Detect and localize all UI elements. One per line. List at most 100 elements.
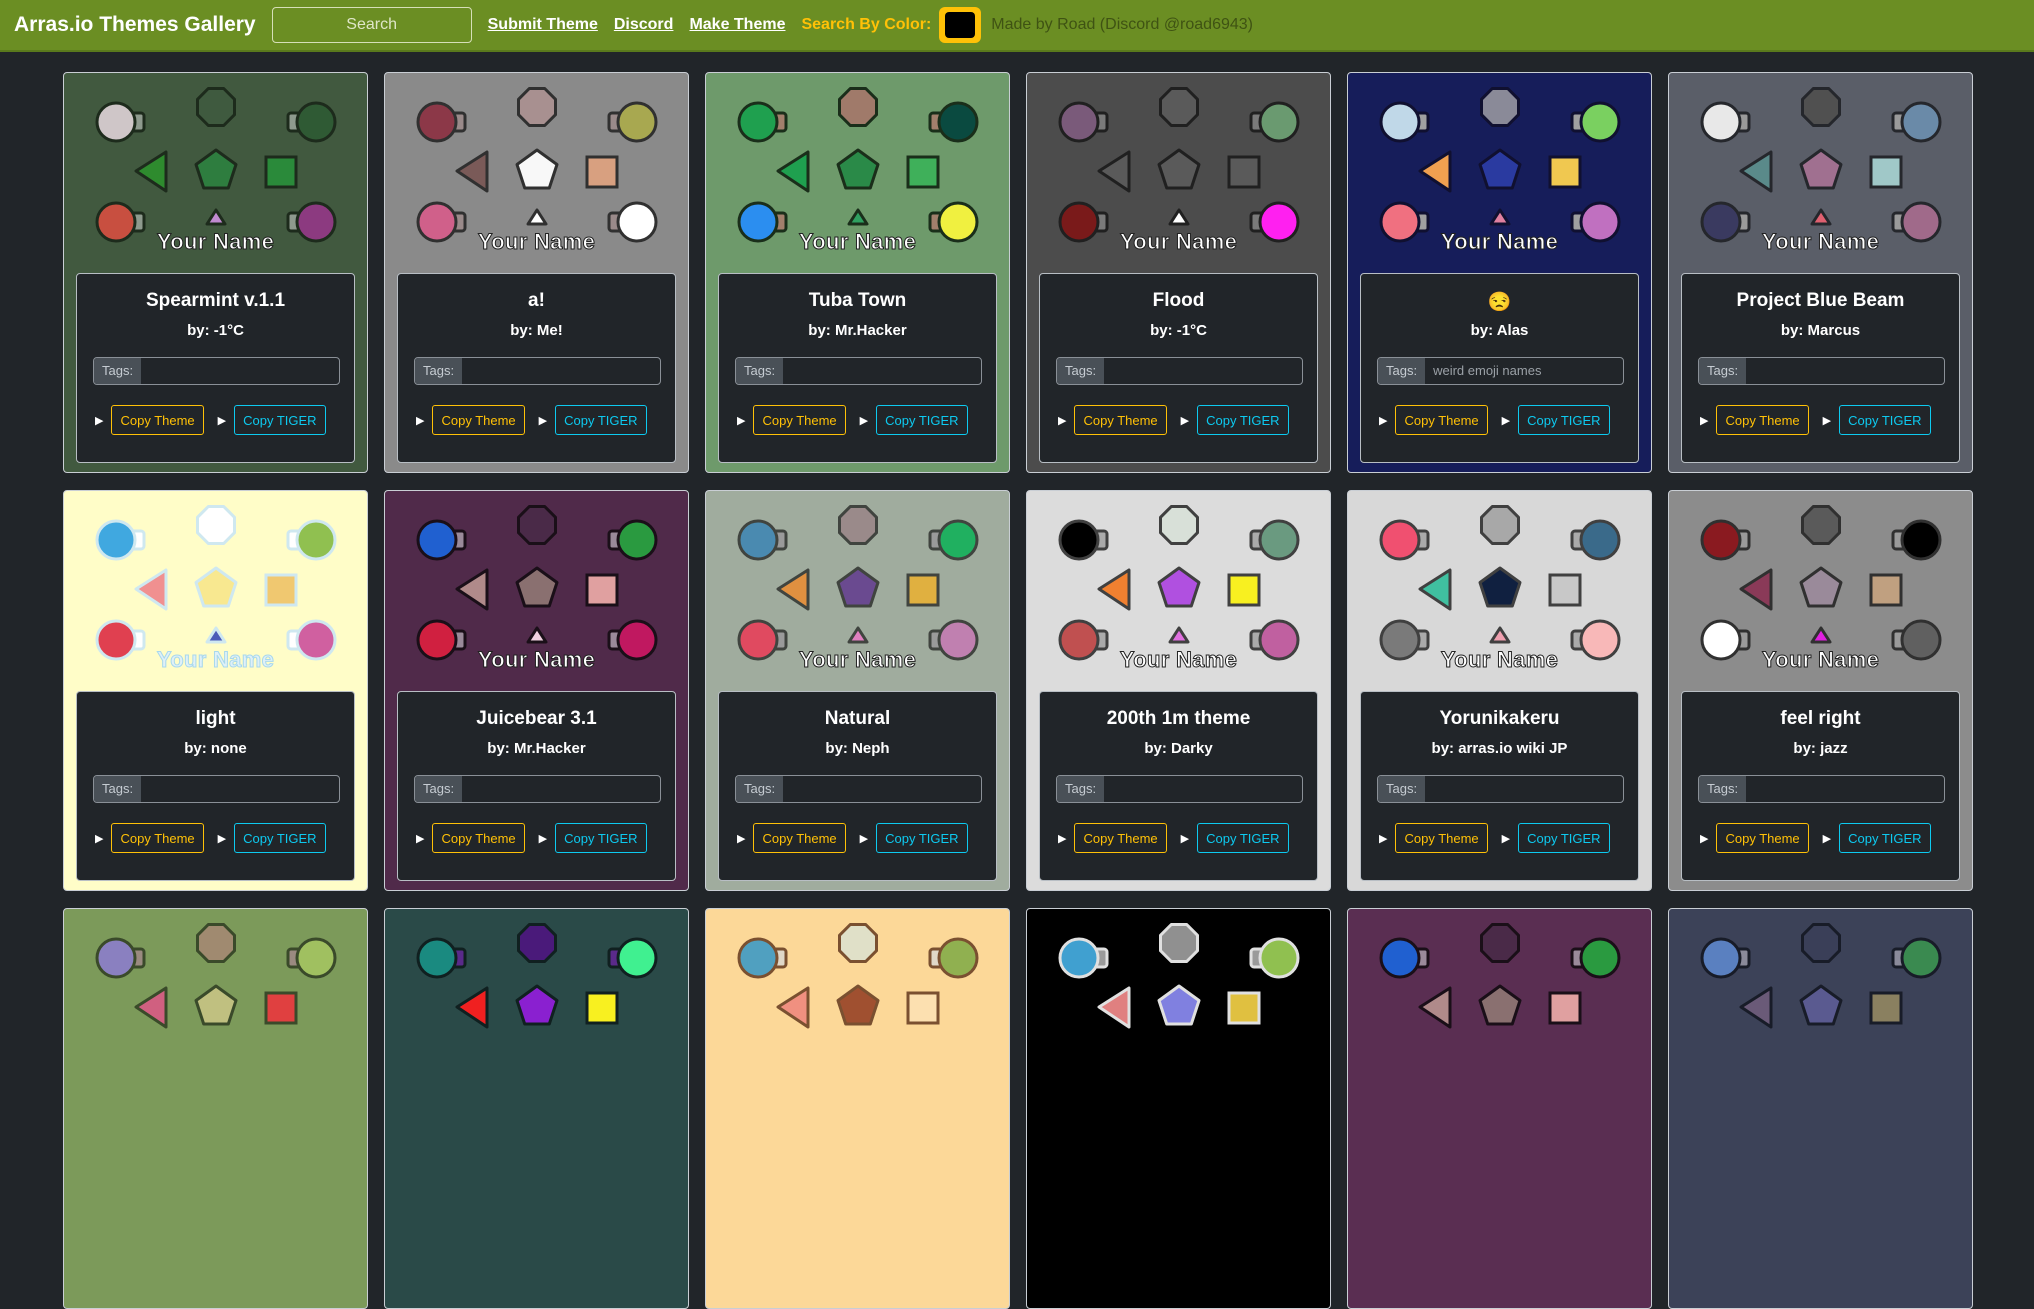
copy-tiger-button[interactable]: Copy TIGER [1839, 405, 1931, 435]
copy-theme-button[interactable]: Copy Theme [1074, 405, 1167, 435]
tags-value [462, 776, 660, 802]
expand-tiger-icon[interactable]: ▶ [1181, 414, 1189, 427]
triangle-shape [776, 568, 810, 611]
your-name-label: Your Name [1761, 229, 1880, 255]
copy-theme-button[interactable]: Copy Theme [1716, 405, 1809, 435]
expand-theme-icon[interactable]: ▶ [416, 414, 424, 427]
theme-author: by: Neph [825, 740, 890, 757]
small-triangle-shape [847, 208, 869, 226]
brand-title[interactable]: Arras.io Themes Gallery [14, 13, 256, 37]
copy-tiger-button[interactable]: Copy TIGER [555, 823, 647, 853]
triangle-shape [455, 986, 489, 1029]
theme-actions: ▶ Copy Theme ▶ Copy TIGER [1379, 823, 1638, 853]
expand-tiger-icon[interactable]: ▶ [860, 832, 868, 845]
tags-field: Tags: [414, 775, 661, 803]
copy-theme-button[interactable]: Copy Theme [1716, 823, 1809, 853]
small-triangle-shape [526, 208, 548, 226]
expand-theme-icon[interactable]: ▶ [95, 414, 103, 427]
theme-preview: Your Name [385, 73, 688, 273]
tags-label: Tags: [736, 776, 784, 802]
copy-theme-button[interactable]: Copy Theme [1395, 405, 1488, 435]
copy-theme-button[interactable]: Copy Theme [432, 405, 525, 435]
theme-preview: Your Name [64, 491, 367, 691]
copy-tiger-button[interactable]: Copy TIGER [1518, 823, 1610, 853]
color-picker-swatch [945, 12, 976, 38]
copy-tiger-button[interactable]: Copy TIGER [234, 823, 326, 853]
theme-actions: ▶ Copy Theme ▶ Copy TIGER [1058, 823, 1317, 853]
copy-theme-button[interactable]: Copy Theme [111, 405, 204, 435]
your-name-label: Your Name [1119, 229, 1238, 255]
copy-theme-button[interactable]: Copy Theme [432, 823, 525, 853]
copy-tiger-button[interactable]: Copy TIGER [1197, 405, 1289, 435]
copy-tiger-button[interactable]: Copy TIGER [555, 405, 647, 435]
copy-theme-button[interactable]: Copy Theme [753, 823, 846, 853]
expand-theme-icon[interactable]: ▶ [1379, 414, 1387, 427]
small-triangle-shape [205, 208, 227, 226]
expand-tiger-icon[interactable]: ▶ [1823, 832, 1831, 845]
theme-preview: Your Name [385, 491, 688, 691]
pentagon-shape [1478, 984, 1522, 1026]
expand-theme-icon[interactable]: ▶ [737, 832, 745, 845]
tank-shape [286, 101, 337, 143]
theme-author: by: Me! [510, 322, 563, 339]
copy-tiger-button[interactable]: Copy TIGER [876, 823, 968, 853]
tank-shape [416, 937, 467, 979]
theme-actions: ▶ Copy Theme ▶ Copy TIGER [1379, 405, 1638, 435]
theme-author: by: none [184, 740, 247, 757]
theme-name: 200th 1m theme [1106, 708, 1251, 729]
expand-theme-icon[interactable]: ▶ [1700, 414, 1708, 427]
expand-theme-icon[interactable]: ▶ [416, 832, 424, 845]
small-triangle-shape [1168, 208, 1190, 226]
copy-tiger-button[interactable]: Copy TIGER [876, 405, 968, 435]
expand-tiger-icon[interactable]: ▶ [1502, 414, 1510, 427]
theme-name: a! [528, 290, 545, 311]
expand-tiger-icon[interactable]: ▶ [1502, 832, 1510, 845]
copy-theme-button[interactable]: Copy Theme [1074, 823, 1167, 853]
expand-theme-icon[interactable]: ▶ [1058, 414, 1066, 427]
pentagon-shape [836, 566, 880, 608]
expand-theme-icon[interactable]: ▶ [95, 832, 103, 845]
expand-theme-icon[interactable]: ▶ [737, 414, 745, 427]
octagon-shape [1480, 505, 1520, 545]
small-triangle-shape [1168, 626, 1190, 644]
triangle-shape [455, 150, 489, 193]
expand-theme-icon[interactable]: ▶ [1700, 832, 1708, 845]
square-shape [1869, 155, 1903, 189]
search-input[interactable] [271, 7, 472, 43]
expand-tiger-icon[interactable]: ▶ [1823, 414, 1831, 427]
expand-tiger-icon[interactable]: ▶ [1181, 832, 1189, 845]
theme-preview [64, 909, 367, 1109]
triangle-shape [776, 150, 810, 193]
color-picker[interactable] [939, 7, 982, 43]
expand-tiger-icon[interactable]: ▶ [860, 414, 868, 427]
tank-shape [1891, 101, 1942, 143]
copy-theme-button[interactable]: Copy Theme [753, 405, 846, 435]
copy-theme-button[interactable]: Copy Theme [111, 823, 204, 853]
triangle-shape [1418, 986, 1452, 1029]
octagon-shape [838, 505, 878, 545]
theme-info-panel: Juicebear 3.1 by: Mr.Hacker Tags: ▶ Copy The… [397, 691, 676, 881]
expand-theme-icon[interactable]: ▶ [1379, 832, 1387, 845]
octagon-shape [1480, 87, 1520, 127]
tags-label: Tags: [1057, 358, 1105, 384]
your-name-label: Your Name [1119, 647, 1238, 673]
expand-tiger-icon[interactable]: ▶ [539, 832, 547, 845]
theme-preview: Your Name [706, 73, 1009, 273]
expand-tiger-icon[interactable]: ▶ [539, 414, 547, 427]
theme-card: Your Name 😒 by: Alas Tags: weird emoji names… [1347, 72, 1652, 473]
tank-shape [607, 937, 658, 979]
submit-theme-link[interactable]: Submit Theme [488, 16, 598, 34]
discord-link[interactable]: Discord [614, 16, 674, 34]
make-theme-link[interactable]: Make Theme [689, 16, 785, 34]
copy-theme-button[interactable]: Copy Theme [1395, 823, 1488, 853]
expand-theme-icon[interactable]: ▶ [1058, 832, 1066, 845]
copy-tiger-button[interactable]: Copy TIGER [234, 405, 326, 435]
copy-tiger-button[interactable]: Copy TIGER [1197, 823, 1289, 853]
expand-tiger-icon[interactable]: ▶ [218, 832, 226, 845]
tags-field: Tags: [1698, 357, 1945, 385]
tank-shape [928, 519, 979, 561]
copy-tiger-button[interactable]: Copy TIGER [1518, 405, 1610, 435]
expand-tiger-icon[interactable]: ▶ [218, 414, 226, 427]
copy-tiger-button[interactable]: Copy TIGER [1839, 823, 1931, 853]
tank-shape [607, 101, 658, 143]
